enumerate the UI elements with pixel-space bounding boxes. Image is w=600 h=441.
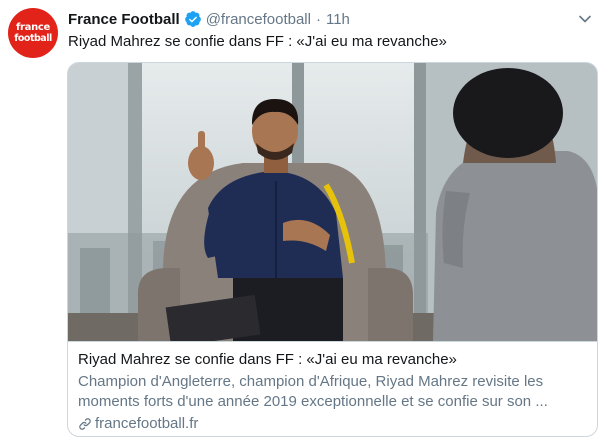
avatar-logo-text: football xyxy=(14,32,52,44)
avatar[interactable]: france football xyxy=(8,8,58,58)
card-domain-text: francefootball.fr xyxy=(95,415,199,432)
tweet-header: France Football @francefootball · 11h xyxy=(68,9,350,29)
interview-photo-icon xyxy=(68,63,597,341)
tweet-text: Riyad Mahrez se confie dans FF : «J'ai e… xyxy=(68,33,447,50)
author-name[interactable]: France Football xyxy=(68,11,180,28)
card-title[interactable]: Riyad Mahrez se confie dans FF : «J'ai e… xyxy=(78,351,587,368)
card-domain[interactable]: francefootball.fr xyxy=(78,415,587,432)
card-image[interactable] xyxy=(68,63,597,341)
card-description: Champion d'Angleterre, champion d'Afriqu… xyxy=(78,373,548,410)
avatar-logo-text: france xyxy=(15,21,51,33)
verified-badge-icon xyxy=(184,11,201,27)
card-body: Riyad Mahrez se confie dans FF : «J'ai e… xyxy=(68,341,597,436)
link-icon xyxy=(79,417,91,430)
tweet-time[interactable]: 11h xyxy=(326,11,350,28)
chevron-down-icon[interactable] xyxy=(578,12,592,26)
separator-dot: · xyxy=(315,10,321,28)
author-handle[interactable]: @francefootball xyxy=(206,11,311,28)
link-card[interactable]: Riyad Mahrez se confie dans FF : «J'ai e… xyxy=(67,62,598,437)
